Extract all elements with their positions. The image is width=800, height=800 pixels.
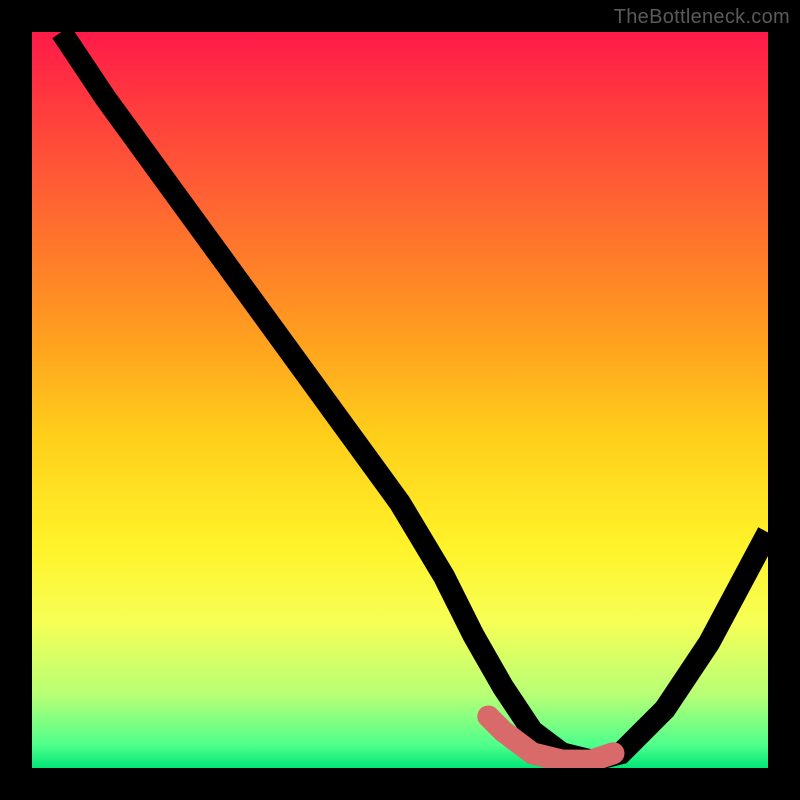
chart-container: TheBottleneck.com: [0, 0, 800, 800]
main-curve-line: [61, 32, 768, 761]
watermark-text: TheBottleneck.com: [614, 6, 790, 29]
curve-layer: [32, 32, 768, 768]
plot-area: [32, 32, 768, 768]
